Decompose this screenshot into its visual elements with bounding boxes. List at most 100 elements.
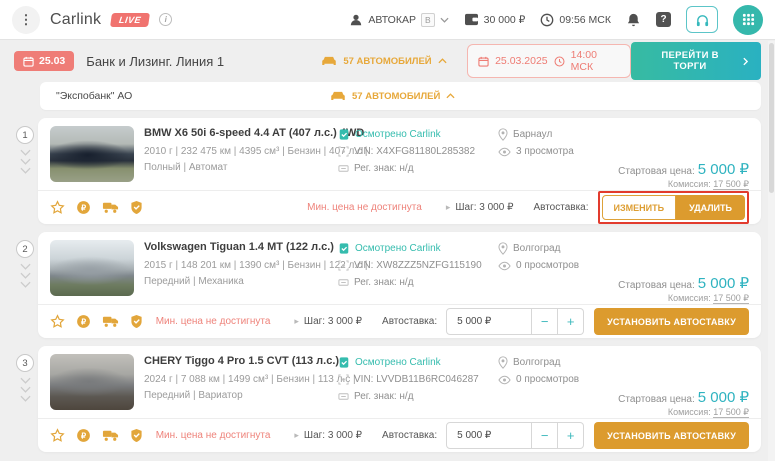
line-cars-count: 57 АВТОМОБИЛЕЙ (343, 56, 431, 67)
headphones-icon (695, 13, 710, 27)
autobid-label: Автоставка: (382, 430, 437, 441)
truck-icon (102, 201, 119, 214)
car-title[interactable]: CHERY Tiggo 4 Pro 1.5 CVT (113 л.с.) (144, 355, 328, 367)
views-value: 0 просмотров (516, 257, 579, 274)
seller-name: "Экспобанк" АО (56, 90, 330, 102)
live-badge: LIVE (110, 13, 150, 27)
position-badge: 2 (16, 240, 34, 258)
user-icon (349, 13, 363, 27)
car-photo[interactable] (50, 240, 134, 296)
commission-value[interactable]: 17 500 ₽ (713, 293, 749, 304)
info-icon[interactable]: i (159, 13, 172, 26)
start-price-label: Стартовая цена: (618, 280, 695, 291)
chevron-down-icon[interactable] (20, 386, 31, 393)
city-value: Барнаул (513, 126, 552, 143)
step-info: ▸ Шаг: 3 000 ₽ (294, 316, 362, 327)
car-title[interactable]: BMW X6 50i 6-speed 4.4 AT (407 л.с.) 4WD (144, 127, 328, 139)
chevron-down-icon[interactable] (20, 272, 31, 279)
chevron-right-icon (743, 57, 748, 66)
line-datetime-pill: 25.03.2025 14:00 МСК (467, 44, 631, 78)
support-button[interactable] (686, 6, 718, 33)
car-photo[interactable] (50, 126, 134, 182)
clock-icon (540, 13, 554, 27)
vin-label: VIN: (354, 260, 373, 271)
apps-grid-button[interactable] (733, 5, 763, 35)
help-icon[interactable]: ? (656, 12, 671, 27)
scrollbar-thumb[interactable] (769, 43, 774, 193)
shield-check-icon (130, 314, 143, 329)
chevron-down-icon[interactable] (20, 263, 31, 270)
inspected-link[interactable]: Осмотрено Carlink (338, 126, 488, 143)
scrollbar[interactable] (768, 41, 775, 461)
car-icon (321, 55, 337, 67)
autobid-label: Автоставка: (382, 316, 437, 327)
autobid-input[interactable] (446, 422, 532, 449)
chevron-down-icon[interactable] (20, 281, 31, 288)
ruble-badge-icon: ₽ (76, 314, 91, 329)
autobid-control: − + УСТАНОВИТЬ АВТОСТАВКУ (446, 422, 749, 449)
menu-kebab-icon[interactable]: ⋮ (12, 6, 40, 34)
min-price-status: Мин. цена не достигнута (307, 202, 422, 213)
car-title[interactable]: Volkswagen Tiguan 1.4 MT (122 л.с.) (144, 241, 328, 253)
views-value: 3 просмотра (516, 143, 574, 160)
grid-icon (742, 13, 755, 26)
position-column: 3 (12, 346, 38, 452)
balance[interactable]: 30 000 ₽ (464, 13, 526, 26)
start-price-label: Стартовая цена: (618, 166, 695, 177)
start-price-label: Стартовая цена: (618, 394, 695, 405)
favorite-star-icon[interactable] (50, 200, 65, 215)
vin-value: X4XFG81180L285382 (376, 146, 475, 157)
set-autobid-button[interactable]: УСТАНОВИТЬ АВТОСТАВКУ (594, 422, 749, 449)
chevron-down-icon[interactable] (20, 395, 31, 402)
chevron-down-icon[interactable] (20, 167, 31, 174)
car-row: 2 Volkswagen Tiguan 1.4 MT (122 л.с.) 20… (12, 232, 761, 338)
decrease-button[interactable]: − (532, 308, 558, 335)
set-autobid-button[interactable]: УСТАНОВИТЬ АВТОСТАВКУ (594, 308, 749, 335)
autobid-input[interactable] (446, 308, 532, 335)
favorite-star-icon[interactable] (50, 428, 65, 443)
eye-icon (498, 147, 511, 157)
line-cars-toggle[interactable]: 57 АВТОМОБИЛЕЙ (321, 55, 467, 67)
line-date: 25.03.2025 (495, 55, 548, 67)
position-column: 2 (12, 232, 38, 338)
decrease-button[interactable]: − (532, 422, 558, 449)
eye-icon (498, 375, 511, 385)
step-label: Шаг: (455, 202, 476, 213)
chevron-down-icon[interactable] (20, 158, 31, 165)
calendar-icon (478, 56, 489, 67)
favorite-star-icon[interactable] (50, 314, 65, 329)
go-to-auction-label: ПЕРЕЙТИ В ТОРГИ (644, 50, 736, 72)
vin-scan-icon (338, 374, 349, 385)
car-photo[interactable] (50, 354, 134, 410)
inspected-link[interactable]: Осмотрено Carlink (338, 354, 488, 371)
user-menu[interactable]: АВТОКАР В (349, 13, 448, 27)
inspected-label: Осмотрено Carlink (355, 354, 441, 371)
reg-value: н/д (399, 163, 413, 174)
chevron-down-icon[interactable] (20, 377, 31, 384)
delete-autobid-button[interactable]: УДАЛИТЬ (676, 195, 745, 220)
edit-autobid-button[interactable]: ИЗМЕНИТЬ (602, 195, 677, 220)
start-price-value: 5 000 ₽ (698, 275, 749, 292)
vin-label: VIN: (354, 374, 373, 385)
go-to-auction-button[interactable]: ПЕРЕЙТИ В ТОРГИ (631, 42, 761, 80)
commission-value[interactable]: 17 500 ₽ (713, 407, 749, 418)
position-column: 1 (12, 118, 38, 224)
line-title: Банк и Лизинг. Линия 1 (86, 54, 224, 69)
increase-button[interactable]: + (558, 422, 584, 449)
city-value: Волгоград (513, 240, 560, 257)
inspected-link[interactable]: Осмотрено Carlink (338, 240, 488, 257)
bell-icon[interactable] (626, 12, 641, 28)
inspected-label: Осмотрено Carlink (355, 240, 441, 257)
step-value: 3 000 ₽ (328, 430, 362, 441)
chevron-down-icon[interactable] (20, 149, 31, 156)
ruble-badge-icon: ₽ (76, 428, 91, 443)
plate-icon (338, 391, 349, 402)
reg-label: Рег. знак: (354, 391, 397, 402)
seller-cars-toggle[interactable]: 57 АВТОМОБИЛЕЙ (330, 90, 478, 102)
step-label: Шаг: (304, 430, 325, 441)
seller-cars-count: 57 АВТОМОБИЛЕЙ (352, 91, 440, 102)
calendar-icon (23, 56, 34, 67)
commission-value[interactable]: 17 500 ₽ (713, 179, 749, 190)
vin-row: VIN: X4XFG81180L285382 (338, 143, 488, 160)
increase-button[interactable]: + (558, 308, 584, 335)
